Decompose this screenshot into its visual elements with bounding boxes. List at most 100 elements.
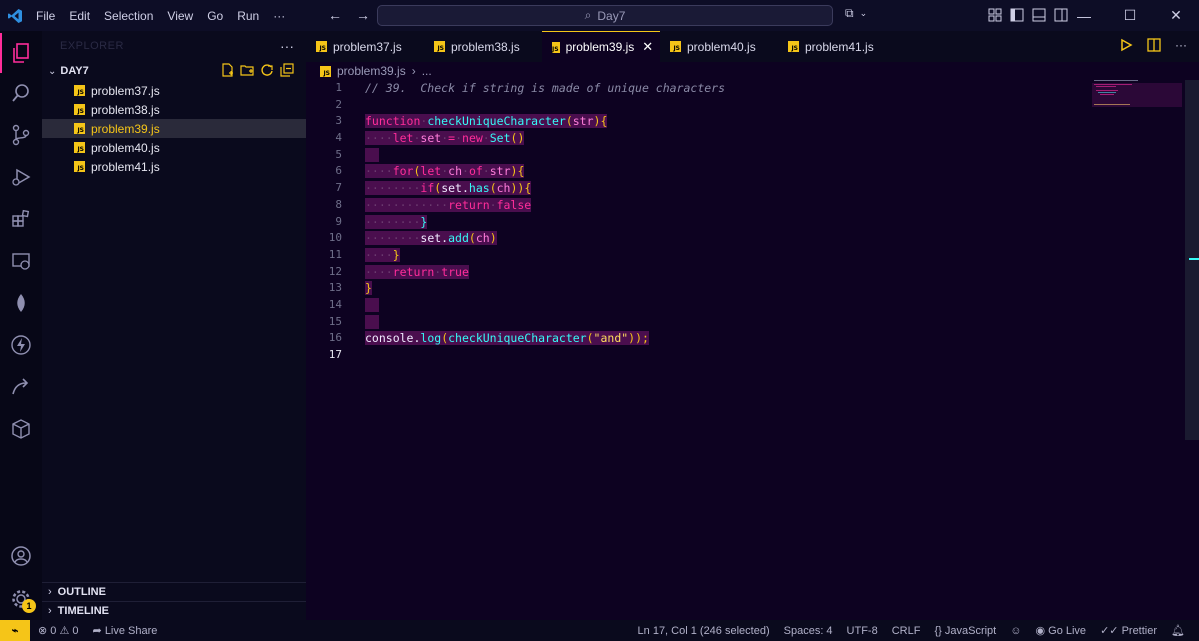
menu-item[interactable]: Go: [207, 9, 223, 23]
sidebar-more-button[interactable]: ···: [280, 38, 294, 54]
toggle-sidebar-icon[interactable]: [1010, 8, 1024, 25]
command-center-search[interactable]: ⌕ Day7: [377, 5, 833, 26]
code-line[interactable]: ········}: [365, 214, 725, 231]
js-file-icon: JS: [74, 104, 85, 115]
toggle-panel-icon[interactable]: [1032, 8, 1046, 25]
lightning-icon[interactable]: [0, 325, 42, 365]
code-line[interactable]: [365, 314, 725, 331]
remote-explorer-icon[interactable]: [0, 241, 42, 281]
file-item[interactable]: JS problem37.js: [42, 81, 306, 100]
editor-scrollbar[interactable]: [1185, 80, 1199, 440]
code-token: return: [448, 197, 490, 212]
editor-tab[interactable]: JS problem37.js: [306, 31, 424, 62]
live-share-status[interactable]: ➦ Live Share: [93, 624, 158, 637]
live-share-icon[interactable]: [0, 367, 42, 407]
problems-indicator[interactable]: ⊗ 0 ⚠ 0: [38, 624, 79, 637]
code-token: "and": [593, 331, 629, 346]
source-control-icon[interactable]: [0, 115, 42, 155]
menu-item[interactable]: ···: [273, 9, 285, 23]
live-share-label: Live Share: [104, 625, 158, 637]
folder-day7[interactable]: ⌄ DAY7: [42, 61, 306, 81]
breadcrumb-symbol[interactable]: ...: [422, 64, 432, 78]
explorer-icon[interactable]: [0, 33, 42, 73]
menu-item[interactable]: Run: [237, 9, 259, 23]
code-line[interactable]: ····return·true: [365, 264, 725, 281]
close-tab-icon[interactable]: ✕: [642, 39, 653, 55]
file-item[interactable]: JS problem39.js: [42, 119, 306, 138]
minimap[interactable]: [1092, 80, 1182, 110]
code-line[interactable]: // 39. Check if string is made of unique…: [365, 80, 725, 97]
code-line[interactable]: [365, 147, 725, 164]
file-item[interactable]: JS problem41.js: [42, 157, 306, 176]
run-debug-icon[interactable]: [0, 157, 42, 197]
code-area[interactable]: // 39. Check if string is made of unique…: [365, 80, 725, 364]
code-token: ····: [365, 164, 393, 179]
settings-gear-icon[interactable]: [0, 579, 42, 619]
run-icon[interactable]: [1119, 38, 1133, 55]
code-line[interactable]: ········set.add(ch): [365, 230, 725, 247]
file-item[interactable]: JS problem38.js: [42, 100, 306, 119]
code-token: str: [572, 114, 594, 129]
mongodb-leaf-icon[interactable]: [0, 283, 42, 323]
code-editor[interactable]: 1 2 3 4 5 6 7 8 9 10 11 12 13 14 15 16 17 // 39. Check i…: [306, 80, 1199, 620]
code-line[interactable]: ············return·false: [365, 197, 725, 214]
code-line[interactable]: [365, 97, 725, 114]
editor-tab[interactable]: JS problem39.js ✕: [542, 31, 660, 62]
new-file-icon[interactable]: [220, 62, 234, 80]
account-icon[interactable]: [0, 536, 42, 576]
remote-indicator-icon[interactable]: ⌁: [0, 620, 30, 641]
editor-tab[interactable]: JS problem41.js: [778, 31, 896, 62]
menu-item[interactable]: File: [36, 9, 55, 23]
code-line[interactable]: function·checkUniqueCharacter(str){: [365, 113, 725, 130]
timeline-section[interactable]: › TIMELINE: [42, 601, 306, 620]
indentation[interactable]: Spaces: 4: [784, 625, 833, 637]
customize-layout-icon[interactable]: [988, 8, 1002, 25]
minimize-icon[interactable]: —: [1061, 0, 1107, 31]
back-arrow-icon[interactable]: ←: [328, 7, 342, 23]
end-of-line[interactable]: CRLF: [892, 625, 921, 637]
encoding[interactable]: UTF-8: [847, 625, 878, 637]
code-line[interactable]: }: [365, 280, 725, 297]
code-line[interactable]: [365, 347, 725, 364]
breadcrumb-separator: ›: [411, 64, 416, 78]
refresh-icon[interactable]: [260, 63, 274, 80]
code-token: (: [586, 331, 594, 346]
code-line[interactable]: ····for(let·ch·of·str){: [365, 163, 725, 180]
editor-tab[interactable]: JS problem40.js: [660, 31, 778, 62]
search-icon[interactable]: [0, 73, 42, 113]
outline-section[interactable]: › OUTLINE: [42, 582, 306, 601]
go-live-button[interactable]: ◉ Go Live: [1035, 624, 1086, 637]
close-window-icon[interactable]: ✕: [1153, 0, 1199, 31]
code-token: new: [462, 131, 483, 146]
menu-item[interactable]: Edit: [69, 9, 90, 23]
prettier-status[interactable]: ✓✓ Prettier: [1100, 624, 1157, 637]
package-icon[interactable]: [0, 409, 42, 449]
code-line[interactable]: ····}: [365, 247, 725, 264]
more-actions-icon[interactable]: ···: [1175, 38, 1187, 55]
new-folder-icon[interactable]: [240, 63, 254, 80]
file-item[interactable]: JS problem40.js: [42, 138, 306, 157]
split-editor-icon[interactable]: [1147, 38, 1161, 55]
menu-item[interactable]: View: [167, 9, 193, 23]
breadcrumb-file[interactable]: problem39.js: [337, 64, 406, 78]
code-line[interactable]: console.log(checkUniqueCharacter("and"))…: [365, 330, 725, 347]
forward-arrow-icon[interactable]: →: [356, 7, 370, 23]
menu-item[interactable]: Selection: [104, 9, 153, 23]
line-number-gutter: 1 2 3 4 5 6 7 8 9 10 11 12 13 14 15 16 17: [306, 80, 342, 364]
cursor-position[interactable]: Ln 17, Col 1 (246 selected): [638, 625, 770, 637]
collapse-all-icon[interactable]: [280, 62, 294, 80]
code-line[interactable]: ········if(set.has(ch)){: [365, 180, 725, 197]
notifications-bell-icon[interactable]: 🔔︎: [1171, 624, 1185, 637]
code-line[interactable]: ····let·set·=·new·Set(): [365, 130, 725, 147]
copilot-status-icon[interactable]: ☺: [1010, 625, 1021, 637]
warning-icon: ⚠: [59, 625, 70, 637]
maximize-icon[interactable]: ☐: [1107, 0, 1153, 31]
file-name: problem38.js: [91, 102, 160, 117]
js-file-icon: JS: [74, 142, 85, 153]
code-line[interactable]: [365, 297, 725, 314]
copilot-dropdown[interactable]: ⧉ ⌄: [845, 6, 867, 21]
editor-tab[interactable]: JS problem38.js: [424, 31, 542, 62]
extensions-icon[interactable]: [0, 199, 42, 239]
language-mode[interactable]: {} JavaScript: [934, 625, 996, 637]
code-token: ····: [365, 264, 393, 279]
